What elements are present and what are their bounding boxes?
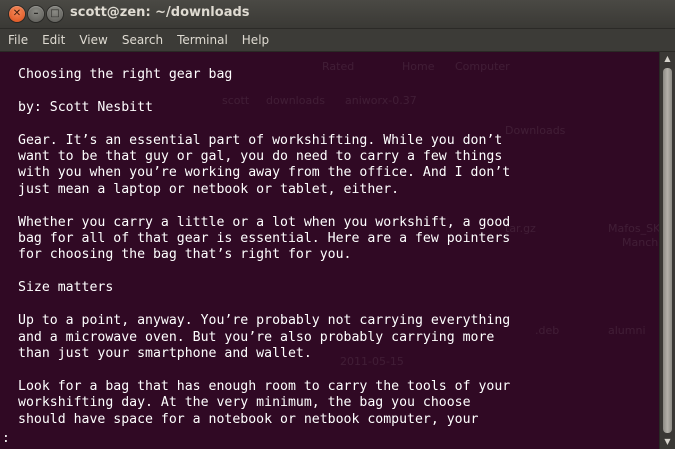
terminal-line: bag for all of that gear is essential. H…: [18, 231, 511, 247]
menu-bar: File Edit View Search Terminal Help: [0, 29, 675, 52]
terminal-line: for choosing the bag that’s right for yo…: [18, 247, 352, 263]
window-title: scott@zen: ~/downloads: [70, 5, 250, 20]
terminal-output[interactable]: Rated Home Computer scott downloads aniw…: [0, 52, 660, 449]
title-bar[interactable]: ✕ – □ scott@zen: ~/downloads: [0, 0, 675, 29]
terminal-line: just mean a laptop or netbook or tablet,…: [18, 181, 400, 197]
scrollbar-thumb[interactable]: [663, 68, 672, 433]
terminal-line: Whether you carry a little or a lot when…: [18, 214, 511, 230]
terminal-line: should have space for a notebook or netb…: [18, 411, 479, 427]
maximize-icon: □: [50, 8, 60, 19]
terminal-line: Up to a point, anyway. You’re probably n…: [18, 313, 511, 329]
terminal-line: want to be that guy or gal, you do need …: [18, 149, 503, 165]
terminal-line: Gear. It’s an essential part of workshif…: [18, 132, 503, 148]
menu-view[interactable]: View: [71, 33, 113, 47]
minimize-button[interactable]: –: [28, 6, 44, 22]
menu-help[interactable]: Help: [234, 33, 275, 47]
minimize-icon: –: [33, 8, 39, 19]
menu-edit[interactable]: Edit: [34, 33, 71, 47]
terminal-line: Look for a bag that has enough room to c…: [18, 378, 511, 394]
scroll-down-arrow-icon[interactable]: ▼: [660, 435, 675, 449]
terminal-line: by: Scott Nesbitt: [18, 99, 153, 115]
close-button[interactable]: ✕: [9, 6, 25, 22]
terminal-line: with you when you’re working away from t…: [18, 165, 511, 181]
close-icon: ✕: [12, 8, 22, 19]
terminal-text: Choosing the right gear bag by: Scott Ne…: [18, 67, 654, 428]
terminal-line: Choosing the right gear bag: [18, 67, 233, 82]
pager-prompt[interactable]: :: [2, 431, 10, 446]
maximize-button[interactable]: □: [47, 6, 63, 22]
terminal-line: workshifting day. At the very minimum, t…: [18, 395, 471, 411]
menu-terminal[interactable]: Terminal: [169, 33, 234, 47]
terminal-line: and a microwave oven. But you’re also pr…: [18, 329, 495, 345]
menu-file[interactable]: File: [0, 33, 34, 47]
scroll-up-arrow-icon[interactable]: ▲: [660, 52, 675, 66]
terminal-window: ✕ – □ scott@zen: ~/downloads File Edit V…: [0, 0, 675, 449]
terminal-line: than just your smartphone and wallet.: [18, 345, 312, 361]
menu-search[interactable]: Search: [114, 33, 169, 47]
vertical-scrollbar[interactable]: ▲ ▼: [659, 52, 675, 449]
terminal-line: Size matters: [18, 280, 114, 296]
